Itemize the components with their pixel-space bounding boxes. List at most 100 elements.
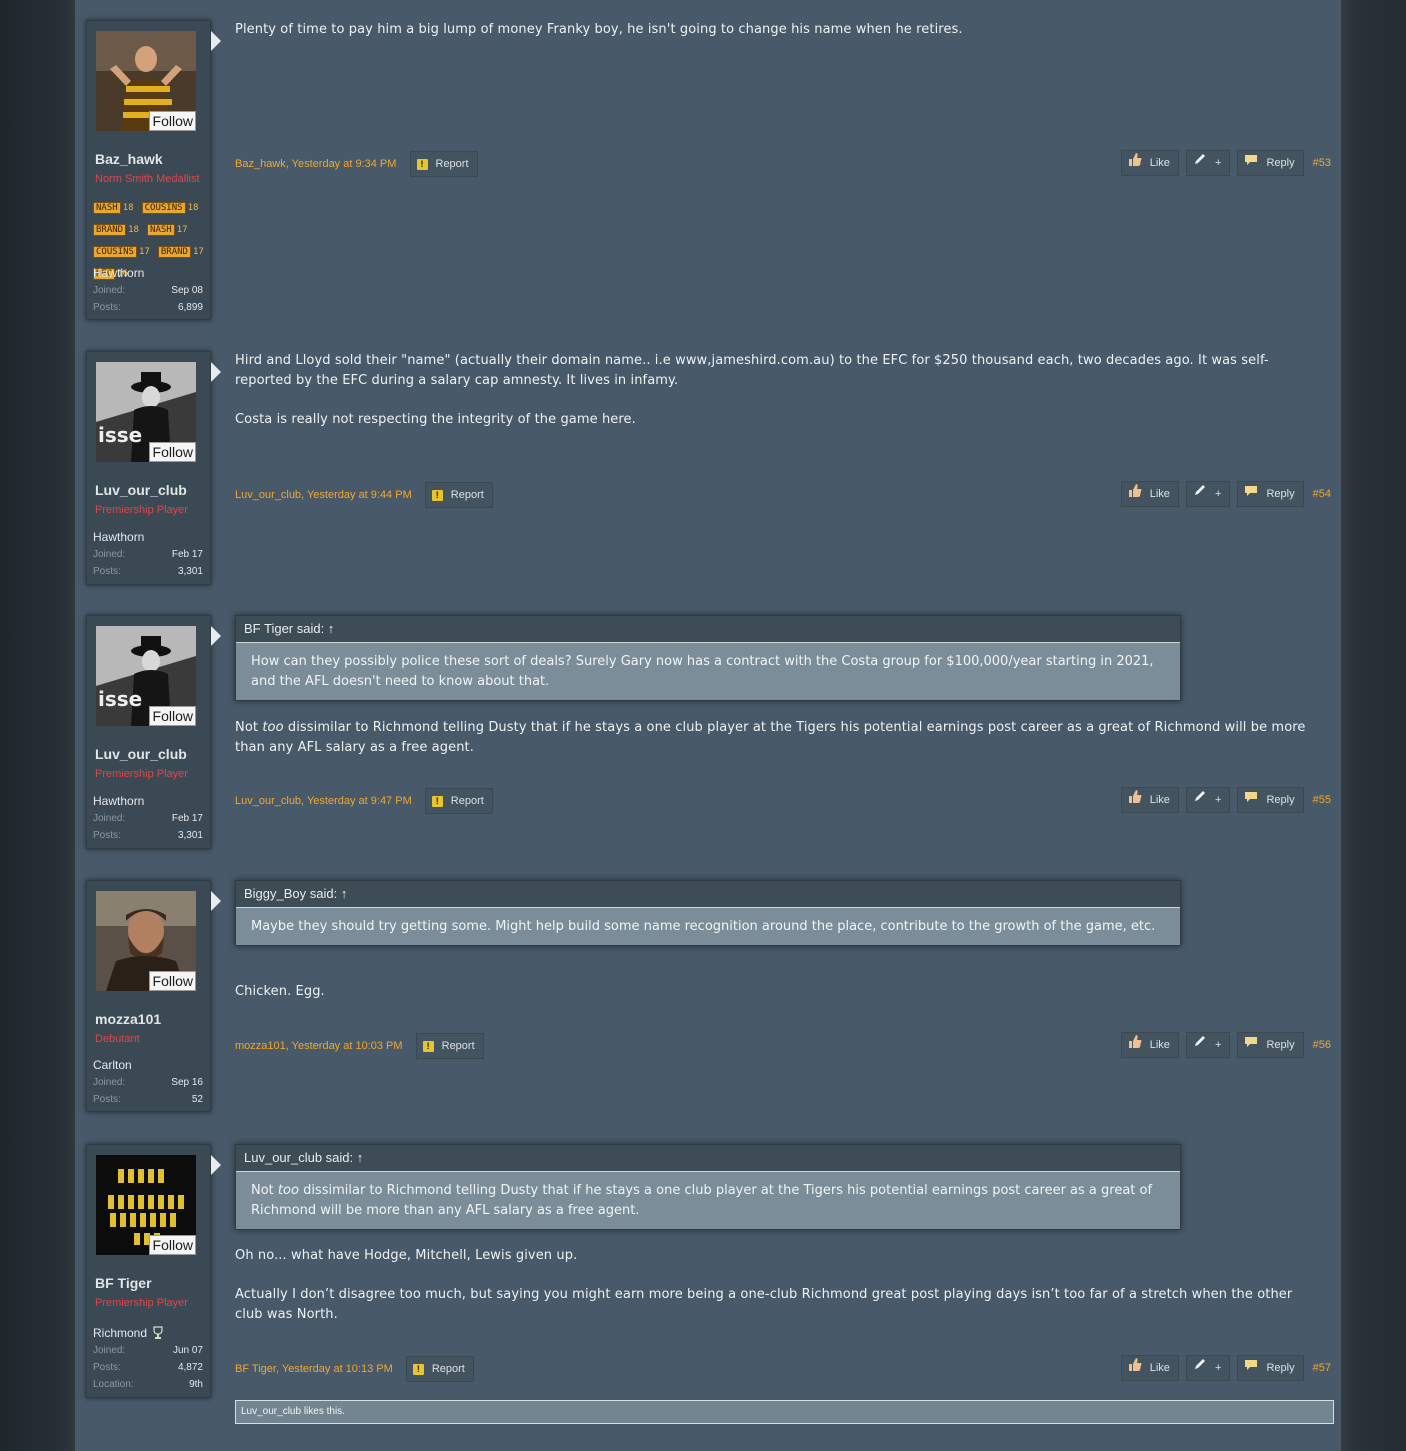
user-team: Richmond	[93, 1326, 164, 1343]
post-meta: Baz_hawk, Yesterday at 9:34 PM ! Report	[235, 151, 478, 177]
post-author-date[interactable]: Baz_hawk, Yesterday at 9:34 PM	[235, 158, 396, 170]
post-author-date[interactable]: Luv_our_club, Yesterday at 9:44 PM	[235, 489, 412, 501]
message-body: Oh no... what have Hodge, Mitchell, Lewi…	[235, 1248, 1293, 1322]
rate-button[interactable]: +	[1185, 1032, 1231, 1058]
pencil-icon	[1193, 1356, 1207, 1380]
post-number[interactable]: #55	[1313, 794, 1331, 806]
user-title: Premiership Player	[95, 1297, 188, 1309]
report-button[interactable]: ! Report	[405, 1356, 474, 1382]
follow-button[interactable]: Follow	[148, 111, 196, 131]
right-gutter	[1341, 0, 1406, 1451]
username[interactable]: Luv_our_club	[95, 746, 187, 762]
post-pointer-arrow	[211, 891, 221, 911]
user-title: Debutant	[95, 1033, 140, 1045]
user-info-panel: Follow Baz_hawk Norm Smith Medallist NAS…	[86, 20, 221, 320]
rate-button[interactable]: +	[1185, 150, 1231, 176]
post-number[interactable]: #56	[1313, 1039, 1331, 1051]
warning-icon: !	[416, 158, 428, 170]
follow-button[interactable]: Follow	[148, 706, 196, 726]
pencil-icon	[1193, 788, 1207, 812]
message-body: Chicken. Egg.	[235, 984, 325, 999]
badge: BRAND 17	[157, 246, 204, 258]
report-button[interactable]: ! Report	[415, 1033, 484, 1059]
user-info-panel: Follow BF Tiger Premiership Player Richm…	[86, 1144, 221, 1398]
user-team: Hawthorn	[93, 530, 145, 544]
left-gutter	[0, 0, 75, 1451]
post-actions: Like + Reply #54	[1117, 481, 1331, 507]
speech-bubble-icon	[1244, 1356, 1258, 1380]
avatar[interactable]: Follow	[96, 891, 196, 991]
reply-button[interactable]: Reply	[1237, 1032, 1304, 1058]
quote-block: Luv_our_club said: ↑ Not too dissimilar …	[235, 1144, 1181, 1230]
user-team: Hawthorn	[93, 266, 145, 280]
message-body: Hird and Lloyd sold their "name" (actual…	[235, 353, 1269, 427]
username[interactable]: Baz_hawk	[95, 151, 163, 167]
avatar[interactable]: Follow	[96, 1155, 196, 1255]
thumbs-up-icon	[1128, 1356, 1142, 1380]
quote-author[interactable]: Biggy_Boy said: ↑	[236, 881, 1180, 908]
rate-button[interactable]: +	[1185, 1355, 1231, 1381]
warning-icon: !	[431, 489, 443, 501]
post-number[interactable]: #57	[1313, 1362, 1331, 1374]
post-actions: Like + Reply #55	[1117, 787, 1331, 813]
post-pointer-arrow	[211, 362, 221, 382]
username[interactable]: BF Tiger	[95, 1275, 152, 1291]
post-pointer-arrow	[211, 31, 221, 51]
post-actions: Like + Reply #57	[1117, 1355, 1331, 1381]
svg-text:isse: isse	[98, 687, 142, 711]
posts-stat: Posts: 6,899	[93, 302, 203, 313]
username[interactable]: mozza101	[95, 1011, 161, 1027]
like-button[interactable]: Like	[1120, 481, 1179, 507]
posts-stat: Posts: 52	[93, 1094, 203, 1105]
post-number[interactable]: #53	[1313, 157, 1331, 169]
reply-button[interactable]: Reply	[1237, 150, 1304, 176]
quote-block: BF Tiger said: ↑ How can they possibly p…	[235, 615, 1181, 701]
post-pointer-arrow	[211, 626, 221, 646]
joined-stat: Joined: Feb 17	[93, 549, 203, 560]
follow-button[interactable]: Follow	[148, 971, 196, 991]
post-author-date[interactable]: Luv_our_club, Yesterday at 9:47 PM	[235, 795, 412, 807]
post-author-date[interactable]: BF Tiger, Yesterday at 10:13 PM	[235, 1363, 393, 1375]
post-meta: Luv_our_club, Yesterday at 9:44 PM ! Repo…	[235, 482, 493, 508]
post-author-date[interactable]: mozza101, Yesterday at 10:03 PM	[235, 1040, 403, 1052]
speech-bubble-icon	[1244, 482, 1258, 506]
like-button[interactable]: Like	[1120, 1032, 1179, 1058]
thumbs-up-icon	[1128, 1033, 1142, 1057]
like-button[interactable]: Like	[1120, 1355, 1179, 1381]
thumbs-up-icon	[1128, 151, 1142, 175]
post-pointer-arrow	[211, 1155, 221, 1175]
quote-author[interactable]: BF Tiger said: ↑	[236, 616, 1180, 643]
reply-button[interactable]: Reply	[1237, 787, 1304, 813]
report-button[interactable]: ! Report	[424, 788, 493, 814]
post-meta: mozza101, Yesterday at 10:03 PM ! Report	[235, 1033, 484, 1059]
username[interactable]: Luv_our_club	[95, 482, 187, 498]
reply-button[interactable]: Reply	[1237, 1355, 1304, 1381]
avatar[interactable]: Follow	[96, 31, 196, 131]
quote-author[interactable]: Luv_our_club said: ↑	[236, 1145, 1180, 1172]
like-button[interactable]: Like	[1120, 787, 1179, 813]
post-meta: Luv_our_club, Yesterday at 9:47 PM ! Repo…	[235, 788, 493, 814]
report-button[interactable]: ! Report	[424, 482, 493, 508]
avatar[interactable]: isse Follow	[96, 362, 196, 462]
user-team: Hawthorn	[93, 794, 145, 808]
pencil-icon	[1193, 482, 1207, 506]
follow-button[interactable]: Follow	[148, 442, 196, 462]
rate-button[interactable]: +	[1185, 481, 1231, 507]
posts-stat: Posts: 3,301	[93, 566, 203, 577]
badge: NASH 18	[93, 202, 134, 214]
user-info-panel: isse Follow Luv_our_club Premiership Pla…	[86, 615, 221, 849]
post-number[interactable]: #54	[1313, 488, 1331, 500]
like-button[interactable]: Like	[1120, 150, 1179, 176]
follow-button[interactable]: Follow	[148, 1235, 196, 1255]
avatar[interactable]: isse Follow	[96, 626, 196, 726]
badge: COUSINS 18	[141, 202, 198, 214]
message-body: Plenty of time to pay him a big lump of …	[235, 22, 963, 37]
user-info-panel: isse Follow Luv_our_club Premiership Pla…	[86, 351, 221, 585]
report-button[interactable]: ! Report	[409, 151, 478, 177]
rate-button[interactable]: +	[1185, 787, 1231, 813]
user-team: Carlton	[93, 1058, 132, 1072]
reply-button[interactable]: Reply	[1237, 481, 1304, 507]
likes-summary[interactable]: Luv_our_club likes this.	[235, 1400, 1334, 1424]
badge: COUSINS 17	[93, 246, 150, 258]
thread-content: Follow Baz_hawk Norm Smith Medallist NAS…	[75, 0, 1341, 1451]
